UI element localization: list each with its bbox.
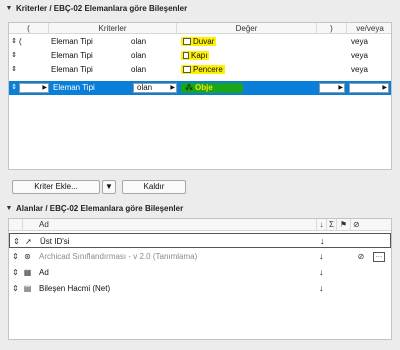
drag-handle-icon[interactable]: ⇕	[10, 81, 18, 95]
drag-handle-icon[interactable]: ⇕	[11, 268, 20, 277]
col-name[interactable]: Ad	[23, 219, 317, 231]
andor-cell[interactable]: veya	[351, 63, 391, 77]
value-cell[interactable]: Kapı	[181, 49, 311, 63]
sort-down-icon[interactable]: ↓	[319, 265, 324, 280]
cursor-icon: ➚	[25, 237, 32, 246]
add-criteria-menu-button[interactable]: ▼	[102, 180, 116, 194]
drag-handle-icon[interactable]: ⇕	[10, 63, 18, 77]
field-row[interactable]: ⇕ ▦ Ad ↓	[9, 265, 391, 280]
flag-icon: ⚑	[339, 220, 348, 229]
criteria-table: ( Kriterler Değer ) ve/veya ⇕ ( Eleman T…	[8, 22, 392, 170]
open-paren-cell[interactable]	[19, 49, 39, 63]
criteria-section-header[interactable]: ▼ Kriterler / EBÇ-02 Elemanlara göre Bil…	[4, 2, 396, 14]
col-sort[interactable]: ↓	[317, 219, 327, 231]
drag-handle-icon[interactable]: ⇕	[11, 252, 20, 261]
dropdown-arrow-icon: ▶	[42, 85, 47, 91]
close-paren-dropdown[interactable]: ▶	[319, 83, 345, 93]
criteria-row[interactable]: ⇕ Eleman Tipi olan Kapı veya	[9, 49, 391, 63]
col-flag[interactable]: ⚑	[337, 219, 351, 231]
col-value[interactable]: Değer	[177, 23, 317, 34]
sort-down-icon[interactable]: ↓	[319, 281, 324, 296]
col-visibility[interactable]: ⊘	[351, 219, 393, 231]
drag-handle-icon[interactable]: ⇕	[10, 49, 18, 63]
element-icon: ▦	[23, 268, 32, 277]
value-label: Duvar	[193, 37, 215, 46]
add-criteria-button[interactable]: Kriter Ekle...	[12, 180, 100, 194]
criteria-section-title: Kriterler / EBÇ-02 Elemanlara göre Bileş…	[16, 3, 188, 13]
chevron-down-icon: ▼	[105, 182, 113, 191]
classification-icon: ⊛	[24, 252, 31, 261]
field-row[interactable]: ⇕ ▤ Bileşen Hacmi (Net) ↓	[9, 281, 391, 296]
hidden-eye-icon[interactable]: ⊘	[355, 252, 367, 261]
andor-dropdown[interactable]: ▶	[349, 83, 389, 93]
value-cell[interactable]: Duvar	[181, 35, 311, 49]
component-icon: ▤	[23, 284, 32, 293]
operator-cell[interactable]: olan	[131, 35, 177, 49]
value-dropdown[interactable]: ⁂ Obje	[181, 83, 243, 93]
dropdown-arrow-icon: ▶	[382, 85, 387, 91]
col-criteria[interactable]: Kriterler	[49, 23, 177, 34]
fields-table-header: Ad ↓ Σ ⚑ ⊘	[9, 219, 391, 231]
criteria-row[interactable]: ⇕ ( Eleman Tipi olan Duvar veya	[9, 35, 391, 49]
col-sum[interactable]: Σ	[327, 219, 337, 231]
criteria-cell[interactable]: Eleman Tipi	[53, 81, 131, 95]
dropdown-arrow-icon: ▶	[338, 85, 343, 91]
criteria-cell[interactable]: Eleman Tipi	[51, 49, 131, 63]
open-paren-cell[interactable]: (	[19, 35, 39, 49]
sort-down-icon[interactable]: ↓	[319, 249, 324, 264]
door-icon	[183, 52, 189, 60]
field-name: Ad	[39, 268, 49, 277]
remove-button[interactable]: Kaldır	[122, 180, 186, 194]
field-row[interactable]: ⇕ ⊛ Archicad Sınıflandırması - v 2.0 (Ta…	[9, 249, 391, 264]
criteria-cell[interactable]: Eleman Tipi	[51, 63, 131, 77]
hidden-eye-icon: ⊘	[353, 220, 360, 229]
col-handle	[9, 219, 23, 231]
field-name: Archicad Sınıflandırması - v 2.0 (Tanıml…	[39, 252, 198, 261]
criteria-cell[interactable]: Eleman Tipi	[51, 35, 131, 49]
drag-handle-icon[interactable]: ⇕	[11, 284, 20, 293]
window-icon	[183, 66, 191, 74]
field-name: Bileşen Hacmi (Net)	[39, 284, 111, 293]
dropdown-arrow-icon: ▶	[170, 85, 175, 91]
andor-cell[interactable]: veya	[351, 35, 391, 49]
criteria-table-header: ( Kriterler Değer ) ve/veya	[9, 23, 391, 34]
operator-cell[interactable]: olan	[131, 63, 177, 77]
field-name: Üst ID'si	[40, 237, 70, 246]
col-open-paren[interactable]: (	[9, 23, 49, 34]
criteria-row[interactable]: ⇕ Eleman Tipi olan Pencere veya	[9, 63, 391, 77]
fields-section-title: Alanlar / EBÇ-02 Elemanlara göre Bileşen…	[16, 203, 184, 213]
open-paren-dropdown[interactable]: ▶	[19, 83, 49, 93]
field-row[interactable]: ⇕ ➚ Üst ID'si ↓	[9, 233, 391, 248]
fields-section-header[interactable]: ▼ Alanlar / EBÇ-02 Elemanlara göre Bileş…	[4, 202, 396, 214]
col-close-paren[interactable]: )	[317, 23, 347, 34]
operator-cell[interactable]: olan	[131, 49, 177, 63]
fields-table: Ad ↓ Σ ⚑ ⊘ ⇕ ➚ Üst ID'si ↓ ⇕ ⊛ Archicad …	[8, 218, 392, 340]
sort-down-icon[interactable]: ↓	[320, 234, 325, 249]
value-label: Pencere	[193, 65, 223, 74]
open-paren-cell[interactable]	[19, 63, 39, 77]
criteria-row-selected[interactable]: ⇕ ▶ Eleman Tipi olan ▶ ⁂ Obje ▶ ▶	[9, 81, 391, 95]
value-cell[interactable]: Pencere	[181, 63, 311, 77]
drag-handle-icon[interactable]: ⇕	[10, 35, 18, 49]
object-icon: ⁂	[185, 83, 193, 92]
collapse-triangle-icon[interactable]: ▼	[4, 5, 14, 12]
wall-icon	[183, 38, 191, 46]
col-andor[interactable]: ve/veya	[347, 23, 393, 34]
more-options-button[interactable]: …	[373, 252, 385, 262]
drag-handle-icon[interactable]: ⇕	[12, 237, 21, 246]
andor-cell[interactable]: veya	[351, 49, 391, 63]
value-label: Kapı	[191, 51, 208, 60]
collapse-triangle-icon[interactable]: ▼	[4, 205, 14, 212]
value-label: Obje	[195, 83, 213, 92]
operator-dropdown[interactable]: olan ▶	[133, 83, 177, 93]
